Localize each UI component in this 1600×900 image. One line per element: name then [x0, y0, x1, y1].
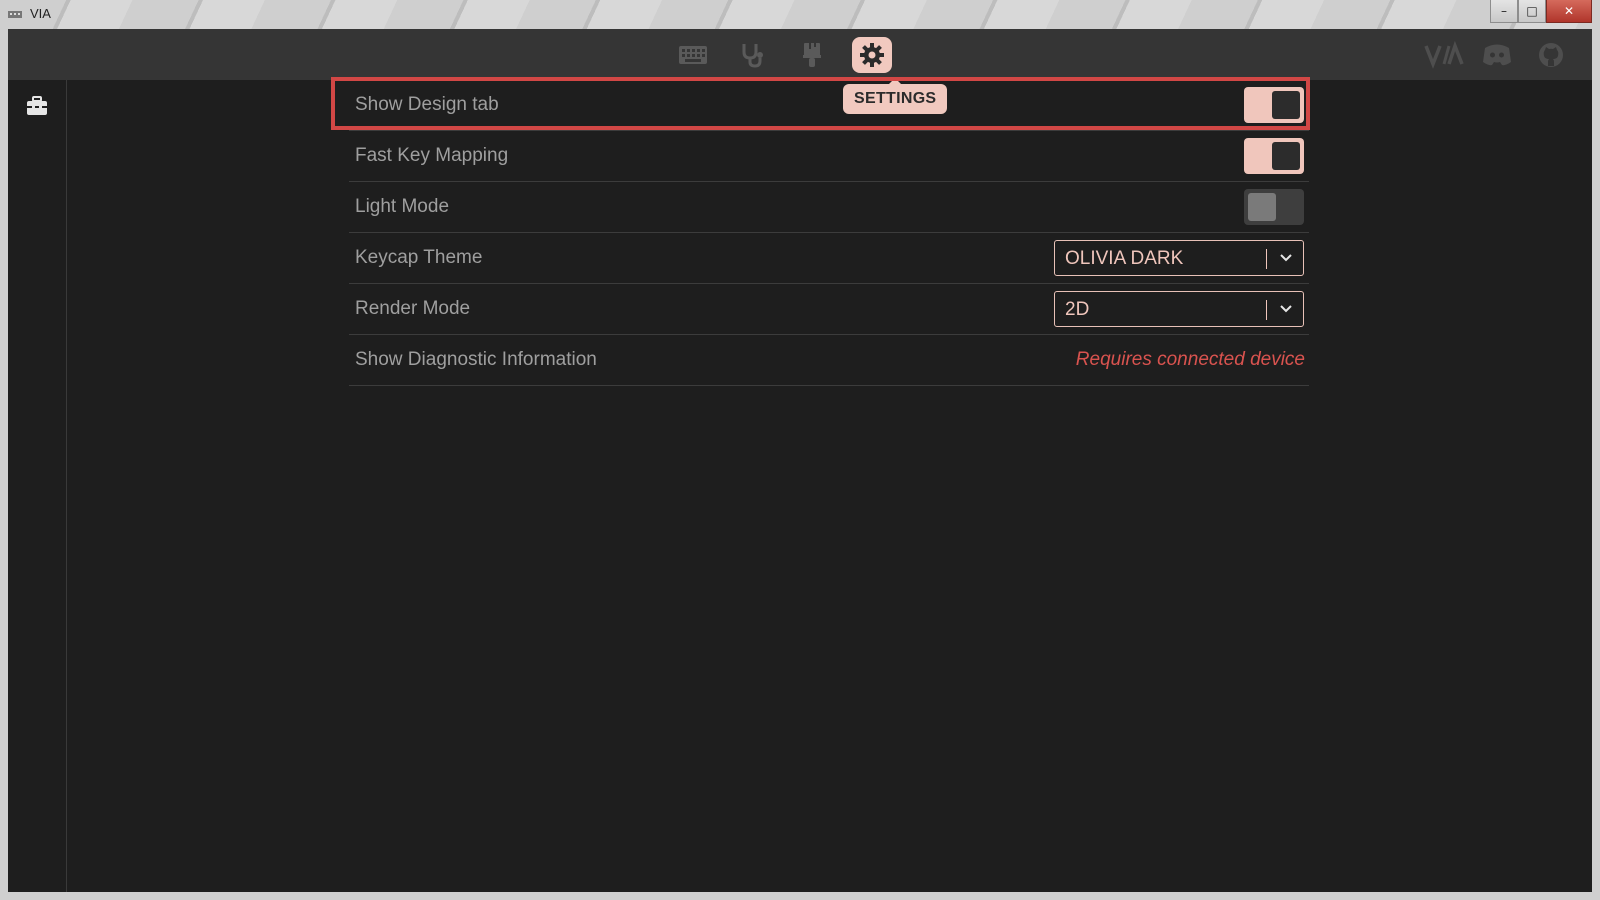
setting-row-fast-key-mapping: Fast Key Mapping: [349, 131, 1309, 182]
close-button[interactable]: ✕: [1546, 0, 1592, 23]
app-icon: [8, 11, 22, 18]
gear-icon: [860, 43, 884, 67]
toggle-knob: [1248, 193, 1276, 221]
chevron-down-icon: [1280, 305, 1292, 313]
nav-key-tester[interactable]: [732, 38, 772, 72]
window-controls: – □ ✕: [1490, 0, 1592, 23]
setting-row-keycap-theme: Keycap Theme OLIVIA DARK: [349, 233, 1309, 284]
setting-label: Fast Key Mapping: [355, 145, 509, 166]
window-title: VIA: [30, 6, 51, 21]
setting-label: Render Mode: [355, 298, 471, 319]
toggle-knob: [1272, 91, 1300, 119]
settings-list: Show Design tab Fast Key Mapping Light M…: [349, 80, 1309, 386]
setting-row-diagnostic-info: Show Diagnostic Information Requires con…: [349, 335, 1309, 386]
nav-configure-keyboard[interactable]: [673, 38, 713, 72]
requires-device-message: Requires connected device: [1075, 349, 1305, 370]
sidebar: [8, 80, 67, 892]
discord-icon[interactable]: [1480, 38, 1514, 72]
setting-label: Keycap Theme: [355, 247, 483, 268]
paintbrush-icon: [803, 43, 821, 67]
stethoscope-icon: [742, 44, 763, 68]
show-design-tab-toggle[interactable]: [1244, 87, 1304, 123]
github-icon[interactable]: [1534, 38, 1568, 72]
setting-label: Light Mode: [355, 196, 450, 217]
keyboard-icon: [679, 46, 707, 64]
keycap-theme-select[interactable]: OLIVIA DARK: [1054, 240, 1304, 276]
setting-row-render-mode: Render Mode 2D: [349, 284, 1309, 335]
via-logo-icon[interactable]: [1424, 38, 1464, 72]
select-value: 2D: [1065, 299, 1090, 320]
select-separator: [1266, 249, 1267, 269]
setting-row-light-mode: Light Mode: [349, 182, 1309, 233]
nav-settings[interactable]: [852, 37, 892, 73]
light-mode-toggle[interactable]: [1244, 189, 1304, 225]
maximize-button[interactable]: □: [1518, 0, 1546, 23]
nav-design[interactable]: [792, 38, 832, 72]
toggle-knob: [1272, 142, 1300, 170]
window-frame-left: [0, 29, 8, 900]
setting-row-show-design-tab: Show Design tab: [349, 80, 1309, 131]
toolbox-icon[interactable]: [26, 96, 48, 116]
select-value: OLIVIA DARK: [1065, 248, 1184, 269]
select-separator: [1266, 300, 1267, 320]
window-frame-right: [1592, 29, 1600, 900]
chevron-down-icon: [1280, 254, 1292, 262]
settings-pane: Show Design tab Fast Key Mapping Light M…: [66, 80, 1592, 892]
render-mode-select[interactable]: 2D: [1054, 291, 1304, 327]
app-header: [8, 29, 1592, 80]
window-titlebar: VIA – □ ✕: [0, 0, 1600, 30]
window-frame-bottom: [0, 892, 1600, 900]
fast-key-mapping-toggle[interactable]: [1244, 138, 1304, 174]
setting-label: Show Diagnostic Information: [355, 349, 597, 370]
setting-label: Show Design tab: [355, 94, 499, 115]
minimize-button[interactable]: –: [1490, 0, 1518, 23]
